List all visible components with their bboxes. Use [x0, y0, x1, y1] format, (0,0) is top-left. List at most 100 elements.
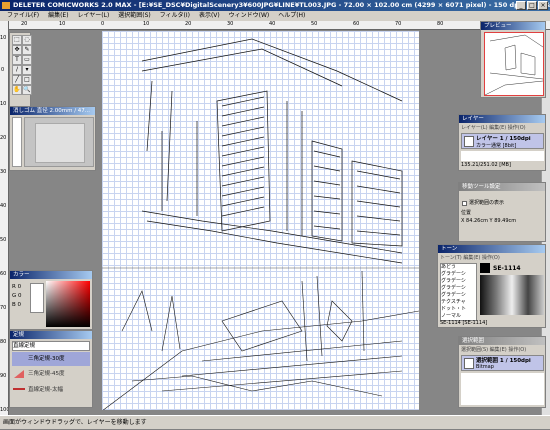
tone-menu-op[interactable]: 操作(O)	[482, 255, 500, 261]
menu-layer[interactable]: レイヤー(L)	[77, 12, 109, 19]
ruler-tick: 100	[0, 407, 9, 413]
selection-thumbnail	[464, 358, 474, 369]
ruler-tick: 10	[143, 21, 150, 27]
tool-list[interactable]	[12, 117, 22, 167]
layer-list-empty[interactable]	[461, 151, 544, 161]
tone-swatch-grid[interactable]	[480, 275, 544, 315]
ruler-tick: 40	[0, 203, 7, 209]
layer-panel: レイヤー レイヤー(L) 編集(E) 操作(O) レイヤー 1 / 150dpi…	[458, 114, 546, 171]
menu-file[interactable]: ファイル(F)	[7, 12, 39, 19]
selection-panel-title: 選択範囲	[459, 337, 545, 345]
menu-bar: ファイル(F) 編集(E) レイヤー(L) 選択範囲(S) フィルタ(I) 表示…	[0, 11, 550, 21]
window-title-bar: DELETER COMICWORKS 2.0 MAX - [E:¥SE_DSC¥…	[0, 0, 550, 11]
layer-menu: レイヤー(L) 編集(E) 操作(O)	[461, 124, 543, 132]
ruler-tick: 30	[0, 169, 7, 175]
preview-artwork	[484, 34, 544, 96]
color-panel: カラー R 0 G 0 B 0	[9, 270, 93, 330]
preview-thumbnail[interactable]	[484, 32, 544, 96]
ruler-tick: 10	[59, 21, 66, 27]
ruler-tick: 80	[0, 339, 7, 345]
ruler-tick: 40	[269, 21, 276, 27]
selection-menu-edit[interactable]: 編集(E)	[490, 347, 507, 353]
tone-category[interactable]: グラデーシ	[441, 271, 476, 278]
tone-menu-edit[interactable]: 編集(E)	[463, 255, 480, 261]
pen-tool-icon[interactable]: ✎	[22, 45, 32, 55]
line-artwork	[102, 38, 419, 410]
tone-category[interactable]: グラデーシ	[441, 278, 476, 285]
status-text: 画面がウィンドウドラッグで、レイヤーを移動します	[3, 419, 147, 426]
color-panel-title: カラー	[10, 271, 92, 279]
eraser-tool-icon[interactable]: ▭	[22, 55, 32, 65]
ruler-tick: 60	[0, 271, 7, 277]
hand-tool-icon[interactable]: ✋	[12, 85, 22, 95]
menu-window[interactable]: ウィンドウ(W)	[229, 12, 270, 19]
layer-thumbnail	[464, 136, 474, 147]
color-slider[interactable]	[30, 283, 44, 313]
zoom-tool-icon[interactable]: 🔍	[22, 85, 32, 95]
memory-size: 135.21/251.02 [MB]	[461, 162, 511, 168]
move-tool-icon[interactable]: ✥	[12, 45, 22, 55]
toolbox-panel: ⬚ ◌ ✥ ✎ T ▭ ∕ ▾ ╱ □ ✋ 🔍	[9, 32, 32, 114]
menu-view[interactable]: 表示(V)	[199, 12, 220, 19]
window-title: DELETER COMICWORKS 2.0 MAX - [E:¥SE_DSC¥…	[13, 1, 550, 9]
y-position: Y 89.49cm	[489, 218, 517, 224]
ruler-panel: 定規 直線定規 三角定規-30度 三角定規-45度 直線定規-太幅	[9, 330, 93, 408]
menu-help[interactable]: ヘルプ(H)	[278, 12, 305, 19]
menu-selection[interactable]: 選択範囲(S)	[118, 12, 151, 19]
eraser-panel: 消しゴム 直径 2.00mm / 47...	[9, 106, 96, 171]
menu-edit[interactable]: 編集(E)	[48, 12, 68, 19]
ruler-item-selected[interactable]: 三角定規-30度	[12, 352, 90, 366]
text-tool-icon[interactable]: T	[12, 55, 22, 65]
maximize-button[interactable]: □	[527, 1, 537, 10]
selection-menu-op[interactable]: 操作(O)	[508, 347, 526, 353]
layer-item[interactable]: レイヤー 1 / 150dpi カラー通常 [8bit]	[461, 133, 544, 149]
line-tool-icon[interactable]: ╱	[12, 75, 22, 85]
selection-display-checkbox[interactable]	[462, 201, 467, 206]
layer-menu-layer[interactable]: レイヤー(L)	[461, 125, 488, 131]
tone-category[interactable]: あどう	[441, 264, 476, 271]
tone-category-list[interactable]: あどう グラデーシ グラデーシ グラデーシ グラデーシ テクスチャ ドット・ト …	[440, 263, 477, 321]
ruler-tick: 50	[0, 237, 7, 243]
color-picker[interactable]	[46, 281, 90, 327]
ruler-tick: 60	[353, 21, 360, 27]
layer-panel-title: レイヤー	[459, 115, 545, 123]
selection-menu: 選択範囲(S) 編集(E) 操作(O)	[461, 346, 543, 354]
menu-filter[interactable]: フィルタ(I)	[160, 12, 190, 19]
brush-tool-icon[interactable]: ∕	[12, 65, 22, 75]
selection-menu-sel[interactable]: 選択範囲(S)	[461, 347, 488, 353]
selection-panel: 選択範囲 選択範囲(S) 編集(E) 操作(O) 選択範囲 1 / 150dpi…	[458, 336, 546, 408]
tone-category[interactable]: グラデーシ	[441, 285, 476, 292]
tone-category[interactable]: テクスチャ	[441, 299, 476, 306]
ruler-tick: 80	[437, 21, 444, 27]
tone-selected-name: SE-1114	[493, 265, 521, 272]
shape-tool-icon[interactable]: □	[22, 75, 32, 85]
layer-menu-op[interactable]: 操作(O)	[508, 125, 526, 131]
tone-category[interactable]: グラデーシ	[441, 292, 476, 299]
app-icon	[2, 2, 10, 9]
ruler-type-select[interactable]: 直線定規	[12, 341, 90, 351]
ruler-tick: 20	[185, 21, 192, 27]
ruler-tick: 0	[101, 21, 105, 27]
layer-menu-edit[interactable]: 編集(E)	[489, 125, 506, 131]
selection-item[interactable]: 選択範囲 1 / 150dpi Bitmap	[461, 355, 544, 371]
selection-list-empty[interactable]	[461, 373, 544, 405]
minimize-button[interactable]: _	[516, 1, 526, 10]
tone-category[interactable]: ドット・ト	[441, 306, 476, 313]
manuscript-page[interactable]	[102, 31, 419, 410]
ruler-tick: 30	[227, 21, 234, 27]
green-value: G 0	[12, 293, 22, 299]
lasso-tool-icon[interactable]: ◌	[22, 35, 32, 45]
ruler-tick: 20	[0, 135, 7, 141]
select-tool-icon[interactable]: ⬚	[12, 35, 22, 45]
layer-mode: カラー通常 [8bit]	[476, 143, 517, 149]
move-tool-panel-title: 移動ツール設定	[459, 183, 545, 191]
tone-menu-tone[interactable]: トーン(T)	[440, 255, 462, 261]
position-values: X 84.26cm Y 89.49cm	[461, 217, 543, 225]
rgb-values: R 0 G 0 B 0	[12, 283, 22, 310]
fill-tool-icon[interactable]: ▾	[22, 65, 32, 75]
selection-type: Bitmap	[476, 364, 494, 370]
tone-panel: トーン トーン(T) 編集(E) 操作(O) あどう グラデーシ グラデーシ グ…	[437, 244, 546, 328]
tone-menu: トーン(T) 編集(E) 操作(O)	[440, 254, 543, 262]
ruler-tick: 10	[0, 35, 7, 41]
close-button[interactable]: ×	[538, 1, 548, 10]
